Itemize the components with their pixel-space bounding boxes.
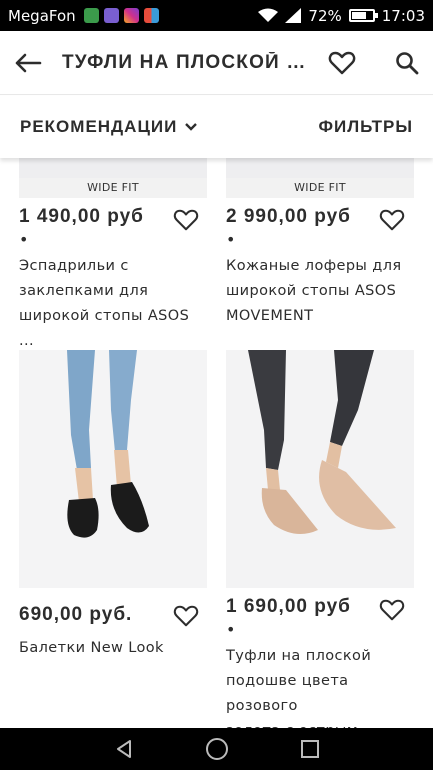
- back-triangle-icon[interactable]: [113, 738, 135, 760]
- status-bar: MegaFon 72% 17:03: [0, 0, 433, 31]
- price-dot: •: [226, 230, 236, 249]
- app-bar: ТУФЛИ НА ПЛОСКОЙ П...: [0, 31, 433, 95]
- product-card[interactable]: 1 690,00 руб • Туфли на плоской подошве …: [226, 350, 414, 728]
- product-grid: WIDE FIT 1 490,00 руб • Эспадрильи с зак…: [0, 158, 433, 728]
- wide-fit-badge: WIDE FIT: [19, 178, 207, 198]
- wide-fit-badge: WIDE FIT: [226, 178, 414, 198]
- app-notification-icon: [143, 8, 159, 23]
- product-image[interactable]: [226, 158, 414, 178]
- product-card[interactable]: WIDE FIT 1 490,00 руб • Эспадрильи с зак…: [19, 158, 207, 354]
- product-card[interactable]: WIDE FIT 2 990,00 руб • Кожаные лоферы д…: [226, 158, 414, 329]
- instagram-icon: [123, 8, 139, 23]
- product-image[interactable]: [19, 350, 207, 588]
- wifi-icon: [258, 8, 279, 22]
- price-dot: •: [226, 620, 236, 639]
- recents-square-icon[interactable]: [299, 738, 321, 760]
- search-icon[interactable]: [395, 51, 419, 75]
- chevron-down-icon: [185, 123, 198, 131]
- clock: 17:03: [381, 6, 425, 25]
- ballet-flats-photo: [19, 350, 207, 588]
- sort-filter-bar: РЕКОМЕНДАЦИИ ФИЛЬТРЫ: [0, 96, 433, 158]
- product-name[interactable]: Балетки New Look: [19, 636, 207, 661]
- product-price: 1 490,00 руб: [19, 206, 144, 227]
- app-notification-icon: [83, 8, 99, 23]
- product-price: 1 690,00 руб: [226, 596, 351, 617]
- product-card[interactable]: 690,00 руб. Балетки New Look: [19, 350, 207, 661]
- app-notification-icon: [103, 8, 119, 23]
- product-name[interactable]: Туфли на плоской подошве цвета розового …: [226, 644, 414, 728]
- sort-label: РЕКОМЕНДАЦИИ: [20, 117, 178, 136]
- carrier-name: MegaFon: [8, 6, 76, 25]
- sort-dropdown[interactable]: РЕКОМЕНДАЦИИ: [20, 117, 198, 137]
- page-title: ТУФЛИ НА ПЛОСКОЙ П...: [62, 51, 312, 73]
- favorite-heart-icon[interactable]: [173, 208, 199, 232]
- signal-icon: [285, 8, 302, 23]
- filters-button[interactable]: ФИЛЬТРЫ: [318, 117, 413, 137]
- battery-icon: [348, 9, 378, 22]
- saved-items-heart-icon[interactable]: [328, 50, 356, 76]
- favorite-heart-icon[interactable]: [379, 598, 405, 622]
- favorite-heart-icon[interactable]: [379, 208, 405, 232]
- product-price: 2 990,00 руб: [226, 206, 351, 227]
- battery-percent: 72%: [308, 6, 342, 25]
- product-image[interactable]: [19, 158, 207, 178]
- favorite-heart-icon[interactable]: [173, 604, 199, 628]
- product-price: 690,00 руб.: [19, 604, 133, 625]
- home-circle-icon[interactable]: [205, 737, 229, 761]
- pointed-flats-photo: [226, 350, 414, 588]
- back-arrow-icon[interactable]: [14, 52, 42, 74]
- product-name[interactable]: Кожаные лоферы для широкой стопы ASOS MO…: [226, 254, 414, 329]
- system-nav-bar: [0, 728, 433, 770]
- product-name[interactable]: Эспадрильи с заклепками для широкой стоп…: [19, 254, 207, 354]
- product-image[interactable]: [226, 350, 414, 588]
- price-dot: •: [19, 230, 29, 249]
